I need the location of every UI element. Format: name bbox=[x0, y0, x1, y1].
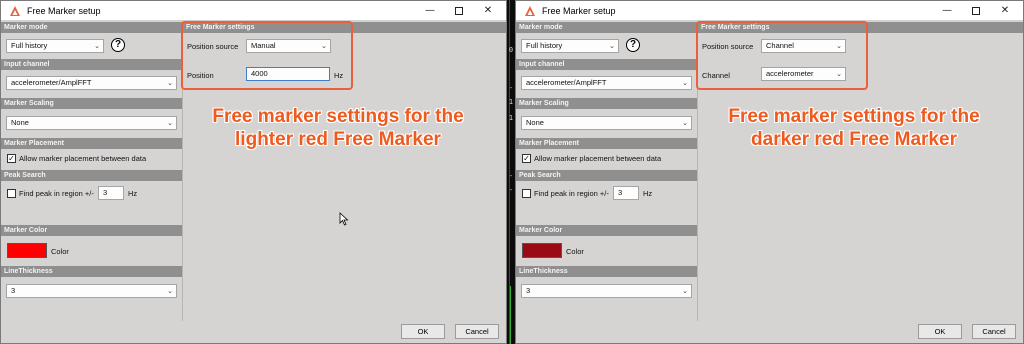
plot-tick-label: 1 bbox=[508, 98, 514, 106]
background-plot-strip: 0 - 1 1 - - bbox=[507, 0, 515, 344]
section-marker-color: Marker Color bbox=[1, 225, 182, 236]
annotation-caption: Free marker settings for the lighter red… bbox=[171, 105, 505, 151]
app-logo-icon bbox=[525, 6, 535, 16]
peak-region-input[interactable]: 3 bbox=[613, 186, 639, 200]
plot-tick-label: 1 bbox=[508, 114, 514, 122]
chevron-down-icon: ⌄ bbox=[609, 42, 615, 50]
chevron-down-icon: ⌄ bbox=[682, 287, 688, 295]
marker-color-swatch[interactable] bbox=[522, 243, 562, 258]
find-peak-label: Find peak in region +/- bbox=[19, 189, 94, 198]
maximize-button[interactable] bbox=[445, 1, 473, 21]
highlight-box bbox=[181, 21, 353, 90]
marker-scaling-select[interactable]: None ⌄ bbox=[521, 116, 692, 130]
help-icon[interactable]: ? bbox=[626, 38, 640, 52]
input-channel-value: accelerometer/AmplFFT bbox=[526, 78, 607, 87]
caption-line-2: lighter red Free Marker bbox=[235, 129, 441, 150]
chevron-down-icon: ⌄ bbox=[682, 79, 688, 87]
input-channel-select[interactable]: accelerometer/AmplFFT ⌄ bbox=[521, 76, 692, 90]
allow-placement-label: Allow marker placement between data bbox=[534, 154, 662, 163]
chevron-down-icon: ⌄ bbox=[167, 79, 173, 87]
section-marker-scaling: Marker Scaling bbox=[1, 98, 182, 109]
marker-scaling-value: None bbox=[11, 118, 29, 127]
close-button[interactable]: ✕ bbox=[991, 1, 1019, 21]
highlight-box bbox=[696, 21, 868, 90]
marker-mode-select[interactable]: Full history ⌄ bbox=[521, 39, 619, 53]
window-title: Free Marker setup bbox=[542, 6, 616, 16]
section-marker-color: Marker Color bbox=[516, 225, 697, 236]
line-thickness-value: 3 bbox=[11, 286, 16, 295]
minimize-button[interactable]: — bbox=[933, 1, 961, 21]
minimize-button[interactable]: — bbox=[416, 1, 444, 21]
title-bar: Free Marker setup — ✕ bbox=[1, 1, 506, 21]
line-thickness-select[interactable]: 3 ⌄ bbox=[6, 284, 177, 298]
cancel-button[interactable]: Cancel bbox=[972, 324, 1016, 339]
plot-tick-label: - bbox=[508, 172, 514, 180]
find-peak-checkbox[interactable] bbox=[7, 189, 16, 198]
section-line-thickness: LineThickness bbox=[516, 266, 697, 277]
allow-placement-checkbox[interactable]: ✓ bbox=[522, 154, 531, 163]
ok-button[interactable]: OK bbox=[401, 324, 445, 339]
line-thickness-value: 3 bbox=[526, 286, 531, 295]
section-marker-placement: Marker Placement bbox=[516, 138, 697, 149]
caption-line-1: Free marker settings for the bbox=[728, 106, 980, 127]
section-marker-scaling: Marker Scaling bbox=[516, 98, 697, 109]
peak-region-unit: Hz bbox=[643, 189, 653, 198]
allow-placement-label: Allow marker placement between data bbox=[19, 154, 147, 163]
title-bar: Free Marker setup — ✕ bbox=[516, 1, 1023, 21]
checkmark-icon: ✓ bbox=[8, 154, 15, 163]
line-thickness-select[interactable]: 3 ⌄ bbox=[521, 284, 692, 298]
chevron-down-icon: ⌄ bbox=[94, 42, 100, 50]
chevron-down-icon: ⌄ bbox=[167, 287, 173, 295]
checkmark-icon: ✓ bbox=[523, 154, 530, 163]
marker-mode-value: Full history bbox=[526, 41, 563, 50]
section-marker-placement: Marker Placement bbox=[1, 138, 182, 149]
peak-region-value: 3 bbox=[103, 188, 108, 197]
marker-mode-select[interactable]: Full history ⌄ bbox=[6, 39, 104, 53]
find-peak-checkbox[interactable] bbox=[522, 189, 531, 198]
ok-button[interactable]: OK bbox=[918, 324, 962, 339]
color-label: Color bbox=[51, 247, 69, 256]
peak-region-input[interactable]: 3 bbox=[98, 186, 124, 200]
close-button[interactable]: ✕ bbox=[474, 1, 502, 21]
section-peak-search: Peak Search bbox=[516, 170, 697, 181]
cancel-button[interactable]: Cancel bbox=[455, 324, 499, 339]
section-line-thickness: LineThickness bbox=[1, 266, 182, 277]
section-marker-mode: Marker mode bbox=[516, 22, 697, 33]
peak-region-unit: Hz bbox=[128, 189, 138, 198]
free-marker-setup-dialog-right: Free Marker setup — ✕ Marker mode Full h… bbox=[515, 0, 1024, 344]
maximize-icon bbox=[455, 7, 463, 15]
caption-line-2: darker red Free Marker bbox=[751, 129, 957, 150]
app-logo-icon bbox=[10, 6, 20, 16]
plot-signal-trace bbox=[510, 286, 511, 344]
plot-tick-label: - bbox=[508, 84, 514, 92]
help-icon[interactable]: ? bbox=[111, 38, 125, 52]
section-input-channel: Input channel bbox=[516, 59, 697, 70]
free-marker-setup-dialog-left: Free Marker setup — ✕ Marker mode Full h… bbox=[0, 0, 507, 344]
peak-region-value: 3 bbox=[618, 188, 623, 197]
plot-tick-label: - bbox=[508, 186, 514, 194]
input-channel-value: accelerometer/AmplFFT bbox=[11, 78, 92, 87]
section-marker-mode: Marker mode bbox=[1, 22, 182, 33]
marker-color-swatch[interactable] bbox=[7, 243, 47, 258]
color-label: Color bbox=[566, 247, 584, 256]
section-peak-search: Peak Search bbox=[1, 170, 182, 181]
section-input-channel: Input channel bbox=[1, 59, 182, 70]
marker-scaling-select[interactable]: None ⌄ bbox=[6, 116, 177, 130]
mouse-cursor-icon bbox=[339, 212, 349, 226]
annotation-caption: Free marker settings for the darker red … bbox=[686, 105, 1022, 151]
maximize-icon bbox=[972, 7, 980, 15]
find-peak-label: Find peak in region +/- bbox=[534, 189, 609, 198]
input-channel-select[interactable]: accelerometer/AmplFFT ⌄ bbox=[6, 76, 177, 90]
plot-tick-label: 0 bbox=[508, 46, 514, 54]
caption-line-1: Free marker settings for the bbox=[212, 106, 464, 127]
maximize-button[interactable] bbox=[962, 1, 990, 21]
window-title: Free Marker setup bbox=[27, 6, 101, 16]
allow-placement-checkbox[interactable]: ✓ bbox=[7, 154, 16, 163]
marker-scaling-value: None bbox=[526, 118, 544, 127]
marker-mode-value: Full history bbox=[11, 41, 48, 50]
